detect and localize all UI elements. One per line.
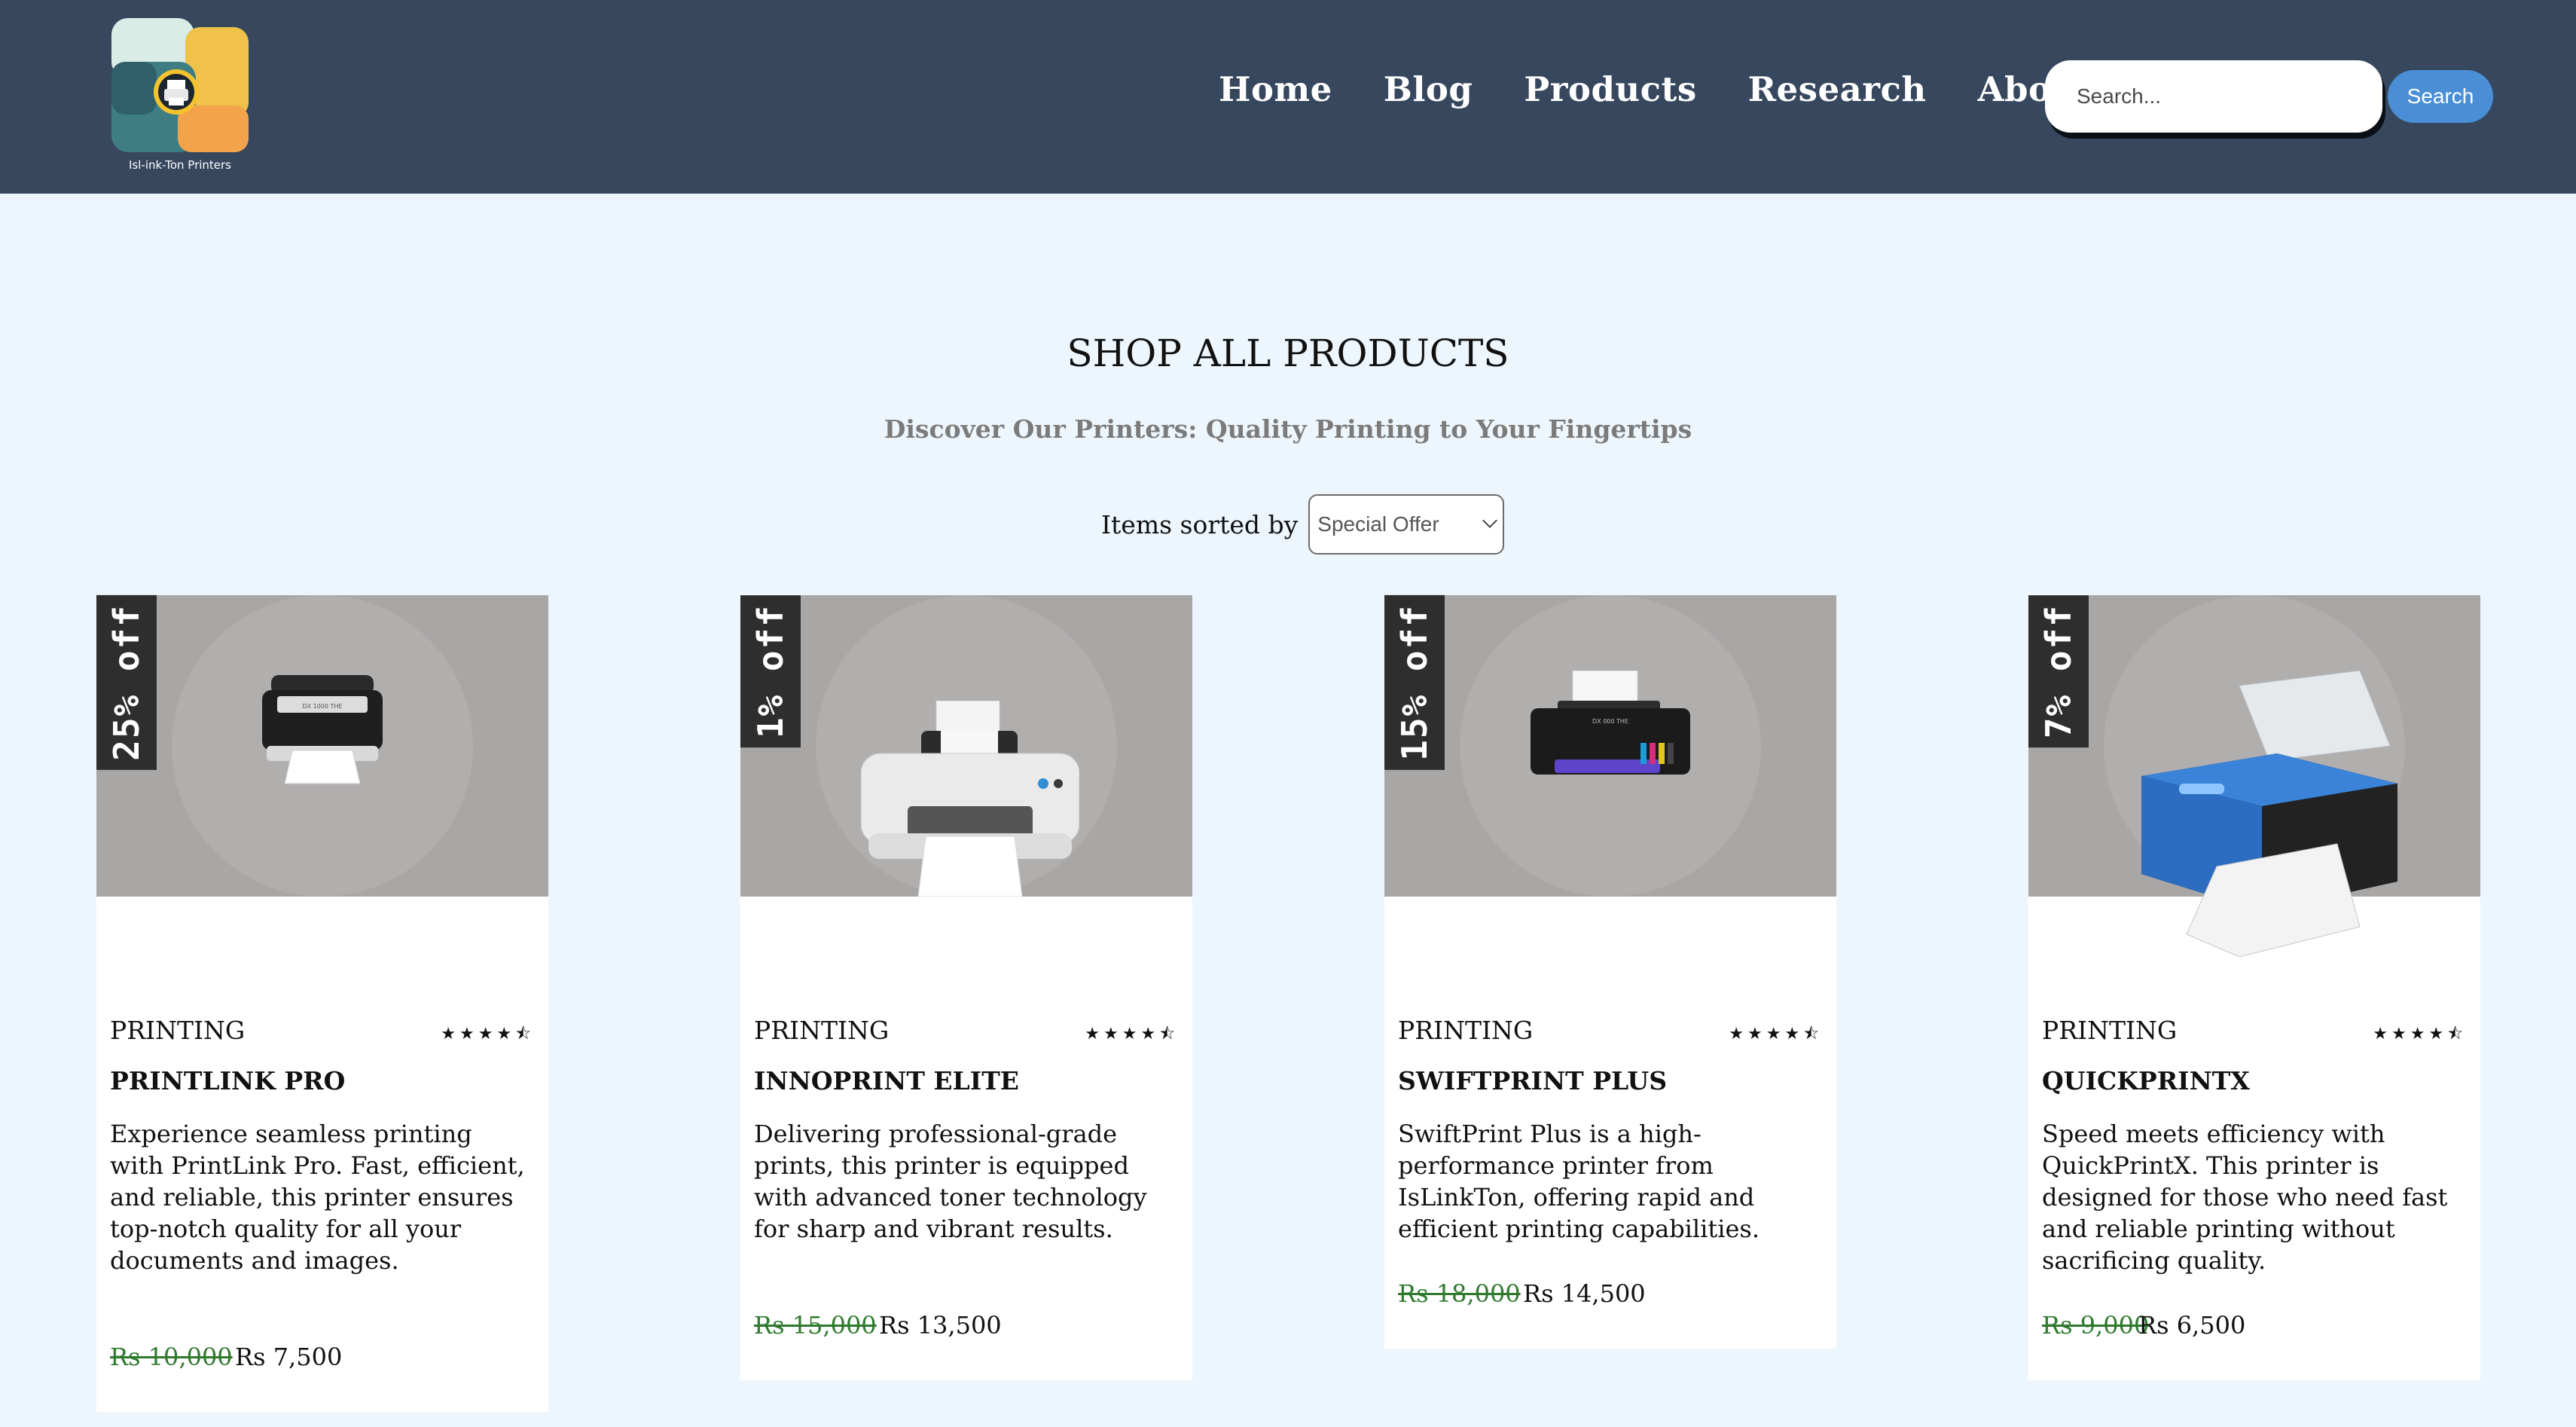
product-card[interactable]: 1% off PRINTING ★★★★⯪ INNOPRINT ELITE De… — [740, 595, 1192, 1380]
sort-control: Items sorted by Special Offer — [1101, 494, 1505, 555]
rating-stars: ★★★★⯪ — [1729, 1025, 1823, 1044]
site-header: Isl-ink-Ton Printers Home Blog Products … — [0, 0, 2576, 194]
sort-selected-value: Special Offer — [1317, 512, 1439, 536]
nav-products[interactable]: Products — [1524, 69, 1696, 109]
rating-stars: ★★★★⯪ — [2373, 1025, 2467, 1044]
product-card[interactable]: 7% off PRINTING ★★★★⯪ QUICKPRINTX Speed … — [2028, 595, 2480, 1380]
sale-price: Rs 13,500 — [879, 1311, 1002, 1340]
main-nav: Home Blog Products Research About Us — [1219, 69, 2154, 109]
rating-stars: ★★★★⯪ — [441, 1025, 535, 1044]
sale-price: Rs 7,500 — [235, 1343, 343, 1371]
product-name[interactable]: INNOPRINT ELITE — [754, 1066, 1019, 1095]
original-price: Rs 10,000 — [110, 1343, 233, 1371]
chevron-down-icon — [1482, 513, 1498, 528]
product-image: DX 000 THE 15% off — [1384, 595, 1836, 897]
product-description: Speed meets efficiency with QuickPrintX.… — [2042, 1120, 2448, 1275]
original-price: Rs 18,000 — [1398, 1279, 1521, 1308]
product-name[interactable]: QUICKPRINTX — [2042, 1066, 2250, 1095]
discount-badge: 15% off — [1384, 595, 1445, 770]
product-image: 7% off — [2028, 595, 2480, 958]
search-button[interactable]: Search — [2388, 70, 2493, 123]
product-category: PRINTING — [1398, 1016, 1534, 1045]
sale-price: Rs 14,500 — [1523, 1279, 1646, 1308]
discount-badge: 7% off — [2028, 595, 2089, 748]
product-image: 1% off — [740, 595, 1192, 897]
search-input[interactable] — [2045, 60, 2382, 133]
logo-icon[interactable]: Isl-ink-Ton Printers — [110, 17, 250, 172]
product-category: PRINTING — [110, 1016, 246, 1045]
original-price: Rs 15,000 — [754, 1311, 877, 1340]
page-title: SHOP ALL PRODUCTS — [1067, 332, 1509, 375]
product-description: Delivering professional-grade prints, th… — [754, 1120, 1147, 1243]
nav-blog[interactable]: Blog — [1384, 69, 1473, 109]
product-description: SwiftPrint Plus is a high-performance pr… — [1398, 1120, 1760, 1243]
product-name[interactable]: PRINTLINK PRO — [110, 1066, 345, 1095]
product-name[interactable]: SWIFTPRINT PLUS — [1398, 1066, 1667, 1095]
product-card[interactable]: DX 000 THE 15% off PRINTING ★★★★⯪ SWIFTP… — [1384, 595, 1836, 1349]
discount-badge: 25% off — [96, 595, 157, 770]
product-image: DX 1000 THE 25% off — [96, 595, 548, 897]
sort-select[interactable]: Special Offer — [1308, 494, 1505, 555]
discount-badge: 1% off — [740, 595, 801, 748]
page-subtitle: Discover Our Printers: Quality Printing … — [884, 414, 1692, 444]
sale-price: Rs 6,500 — [2138, 1311, 2246, 1340]
rating-stars: ★★★★⯪ — [1085, 1025, 1179, 1044]
logo-text: Isl-ink-Ton Printers — [129, 158, 231, 172]
product-category: PRINTING — [754, 1016, 890, 1045]
office-printer-icon — [2141, 671, 2397, 958]
svg-text:DX 000 THE: DX 000 THE — [1592, 718, 1628, 725]
original-price: Rs 9,000 — [2042, 1311, 2150, 1340]
nav-research[interactable]: Research — [1748, 69, 1927, 109]
inkjet-printer-icon — [861, 701, 1079, 897]
svg-text:DX 1000 THE: DX 1000 THE — [302, 703, 342, 710]
sort-label: Items sorted by — [1101, 509, 1299, 539]
product-category: PRINTING — [2042, 1016, 2178, 1045]
laser-printer-icon: DX 1000 THE — [262, 675, 383, 784]
product-card[interactable]: DX 1000 THE 25% off PRINTING ★★★★⯪ PRINT… — [96, 595, 548, 1412]
product-description: Experience seamless printing with PrintL… — [110, 1120, 525, 1275]
nav-home[interactable]: Home — [1219, 69, 1332, 109]
tank-printer-icon: DX 000 THE — [1531, 671, 1690, 775]
